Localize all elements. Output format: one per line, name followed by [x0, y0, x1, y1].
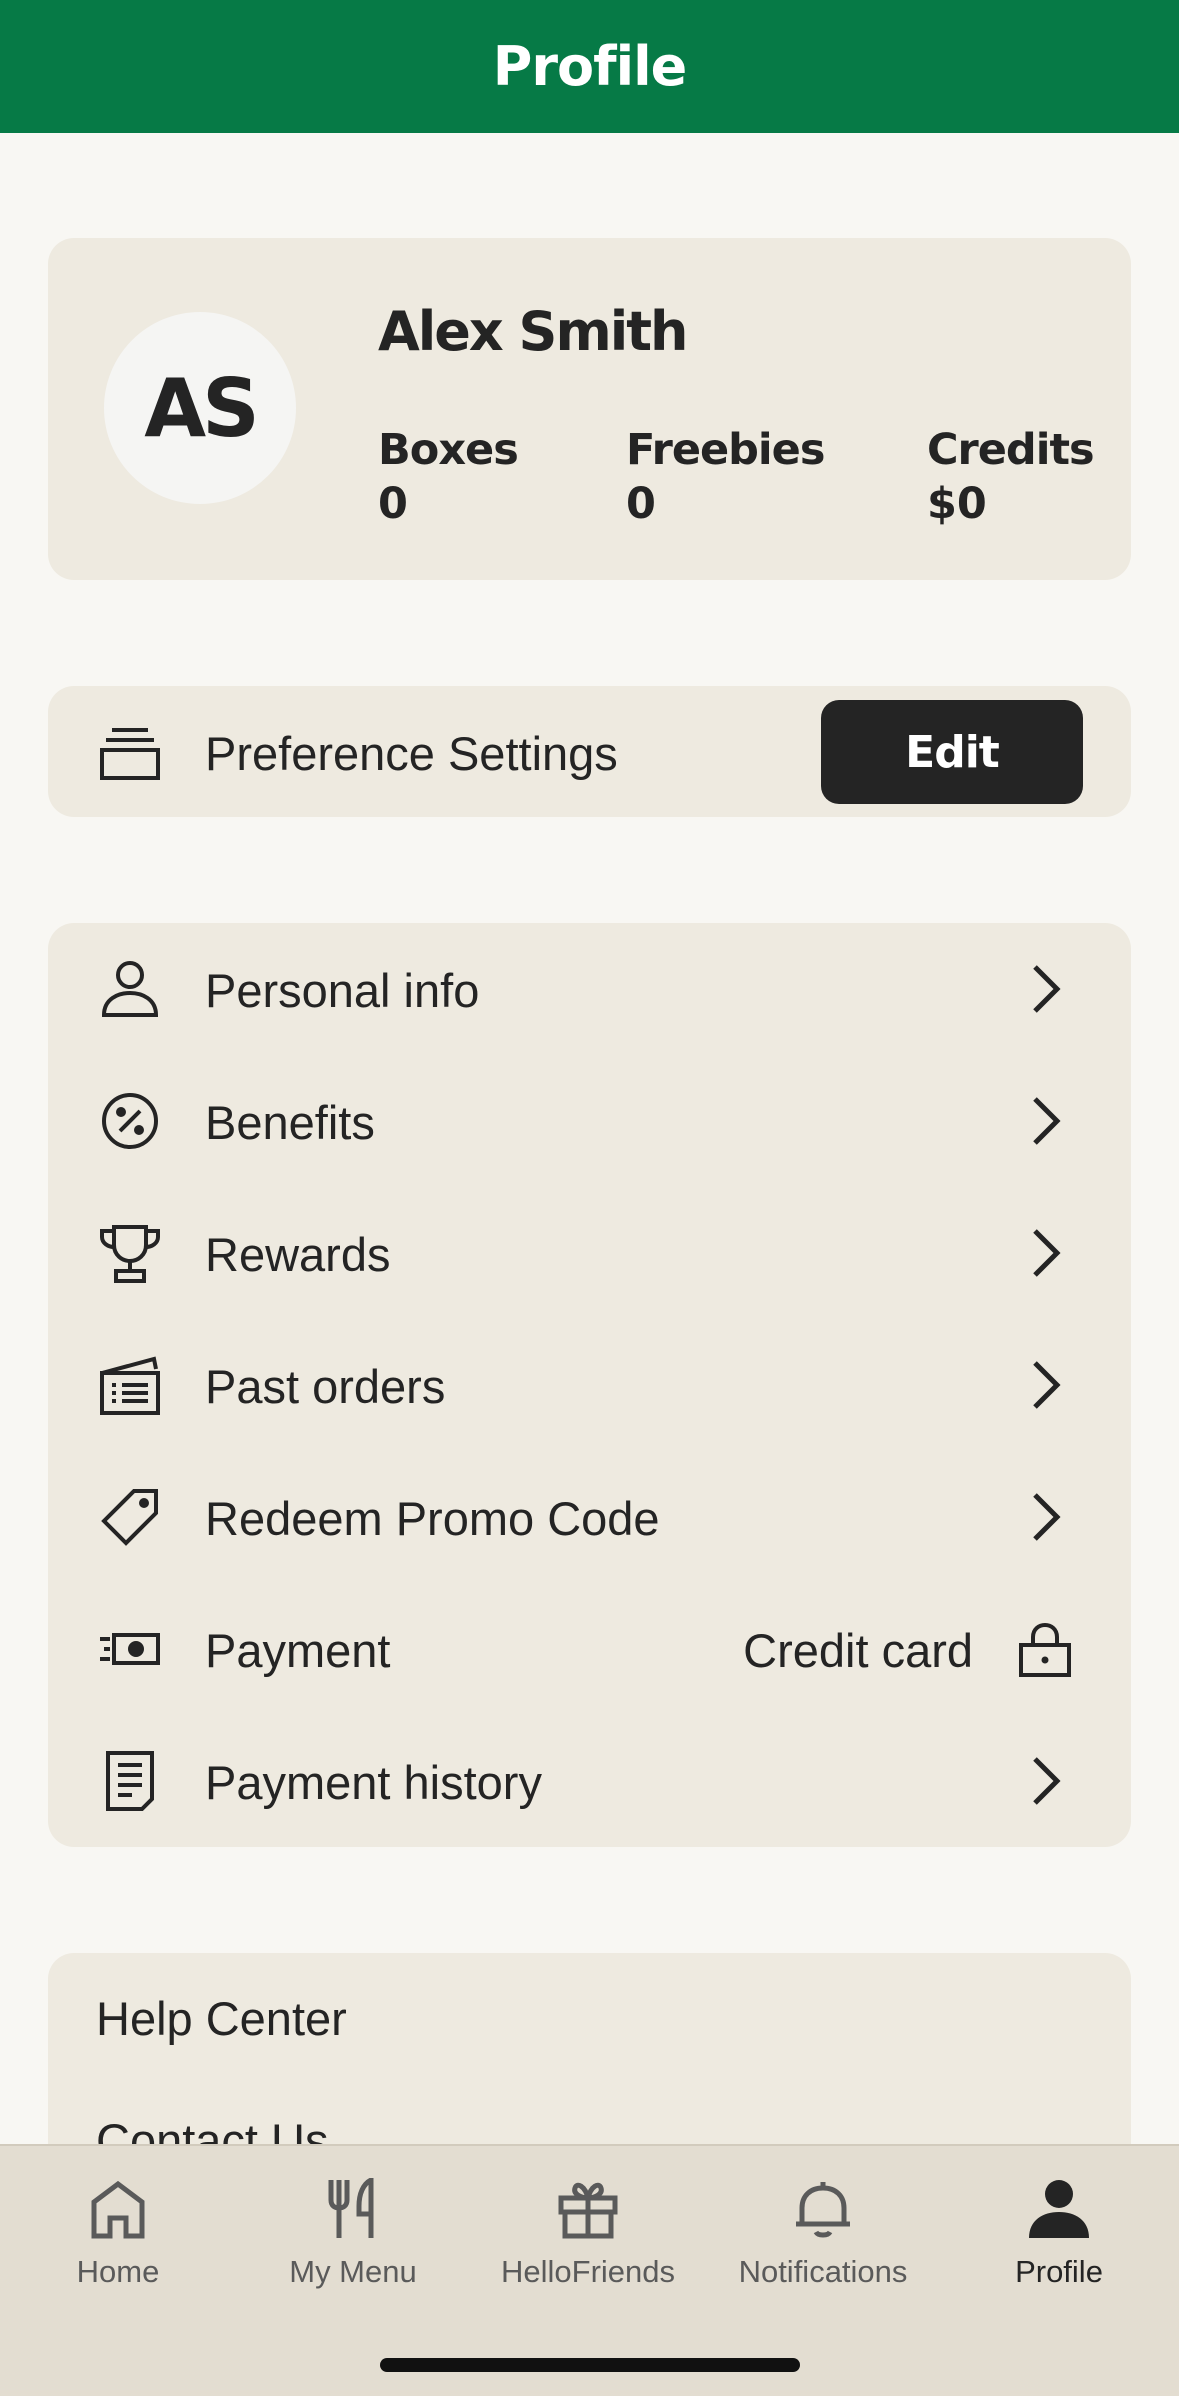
menu-item-redeem-promo-code[interactable]: Redeem Promo Code [48, 1451, 1131, 1583]
stat-value: 0 [626, 479, 656, 529]
bottom-tab-bar: Home My Menu HelloFriends Notifications … [0, 2144, 1179, 2396]
box-list-icon [98, 1353, 162, 1417]
chevron-right-icon [1033, 1097, 1061, 1145]
tab-label: Notifications [738, 2254, 908, 2289]
tab-profile[interactable]: Profile [959, 2174, 1159, 2304]
menu-item-label: Payment history [205, 1756, 542, 1809]
menu-item-benefits[interactable]: Benefits [48, 1055, 1131, 1187]
percent-badge-icon [98, 1089, 162, 1153]
person-icon [98, 957, 162, 1021]
preference-settings-label: Preference Settings [205, 727, 618, 780]
stat-freebies: Freebies 0 [626, 424, 825, 532]
menu-item-label: Personal info [205, 964, 480, 1017]
menu-item-past-orders[interactable]: Past orders [48, 1319, 1131, 1451]
cash-icon [98, 1617, 162, 1681]
tab-notifications[interactable]: Notifications [723, 2174, 923, 2304]
stat-label: Freebies [626, 425, 825, 475]
stack-icon [98, 720, 162, 784]
trophy-icon [98, 1221, 162, 1285]
chevron-right-icon [1033, 965, 1061, 1013]
menu-item-label: Benefits [205, 1096, 375, 1149]
preference-settings-card: Preference Settings Edit [48, 686, 1131, 817]
account-menu-card: Personal info Benefits Rewards Past orde… [48, 923, 1131, 1847]
chevron-right-icon [1033, 1361, 1061, 1409]
gift-icon [553, 2174, 623, 2244]
user-name: Alex Smith [378, 300, 688, 363]
menu-item-label: Payment [205, 1624, 391, 1677]
lock-icon [1019, 1622, 1071, 1677]
avatar: AS [104, 312, 296, 504]
menu-item-label: Redeem Promo Code [205, 1492, 660, 1545]
chevron-right-icon [1033, 1229, 1061, 1277]
chevron-right-icon [1033, 1757, 1061, 1805]
help-center-link[interactable]: Help Center [96, 1991, 347, 2046]
payment-method-value: Credit card [743, 1624, 973, 1677]
tag-icon [98, 1485, 162, 1549]
receipt-icon [98, 1749, 162, 1813]
tab-home[interactable]: Home [18, 2174, 218, 2304]
home-icon [83, 2174, 153, 2244]
profile-summary-card: AS Alex Smith Boxes 0 Freebies 0 Credits… [48, 238, 1131, 580]
tab-label: Profile [1015, 2254, 1103, 2289]
chevron-right-icon [1033, 1493, 1061, 1541]
tab-label: My Menu [289, 2254, 417, 2289]
app-header: Profile [0, 0, 1179, 133]
menu-item-payment-history[interactable]: Payment history [48, 1715, 1131, 1847]
stat-boxes: Boxes 0 [378, 424, 519, 532]
edit-preferences-button[interactable]: Edit [821, 700, 1083, 804]
tab-my-menu[interactable]: My Menu [253, 2174, 453, 2304]
menu-item-payment[interactable]: Payment Credit card [48, 1583, 1131, 1715]
bell-icon [788, 2174, 858, 2244]
stat-value: $0 [927, 479, 987, 529]
avatar-initials: AS [144, 361, 260, 455]
stat-label: Boxes [378, 425, 519, 475]
menu-item-label: Rewards [205, 1228, 391, 1281]
menu-item-label: Past orders [205, 1360, 446, 1413]
stat-credits: Credits $0 [927, 424, 1095, 532]
page-title: Profile [492, 35, 687, 98]
tab-label: Home [76, 2254, 160, 2289]
stat-value: 0 [378, 479, 408, 529]
menu-item-personal-info[interactable]: Personal info [48, 923, 1131, 1055]
fork-knife-icon [318, 2174, 388, 2244]
person-icon [1024, 2174, 1094, 2244]
menu-item-rewards[interactable]: Rewards [48, 1187, 1131, 1319]
tab-label: HelloFriends [500, 2254, 675, 2289]
stat-label: Credits [927, 425, 1095, 475]
tab-hellofriends[interactable]: HelloFriends [488, 2174, 688, 2304]
home-indicator [380, 2358, 800, 2372]
